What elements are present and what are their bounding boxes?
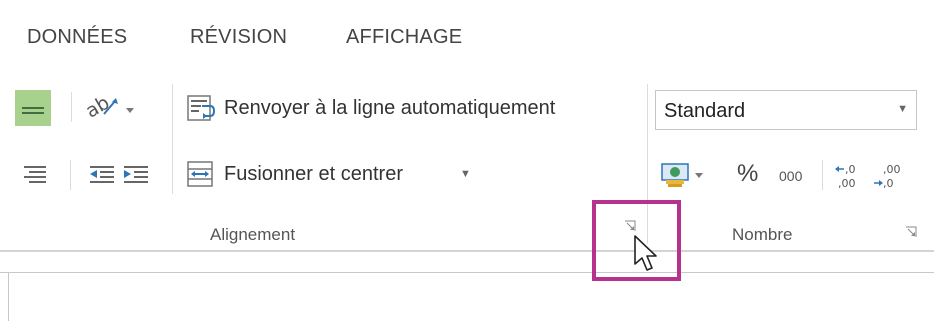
separator — [70, 160, 71, 190]
accounting-format-icon — [661, 163, 703, 187]
svg-text:,00: ,00 — [883, 163, 901, 176]
alignment-group-label: Alignement — [210, 225, 296, 244]
wrap-text-button[interactable] — [186, 94, 216, 124]
chevron-down-icon: ▼ — [897, 103, 908, 115]
tab-revision[interactable]: RÉVISION — [190, 26, 287, 49]
align-left-button[interactable] — [22, 160, 50, 188]
tab-affichage[interactable]: AFFICHAGE — [346, 26, 462, 49]
decrease-indent-button[interactable] — [88, 160, 116, 188]
ribbon-bottom-border — [0, 250, 934, 252]
align-left-icon — [24, 166, 46, 183]
number-dialog-launcher[interactable] — [905, 225, 917, 237]
separator — [71, 92, 72, 122]
decrease-decimal-button[interactable]: ,00 ,0 — [872, 160, 908, 192]
number-format-value: Standard — [664, 100, 746, 122]
increase-decimal-icon: ,0 ,00 — [835, 163, 856, 190]
decrease-indent-icon — [90, 166, 114, 183]
increase-indent-icon — [124, 166, 148, 183]
ribbon-body — [0, 60, 934, 252]
text-orientation-icon: ab — [82, 92, 134, 123]
mouse-cursor-icon — [633, 234, 659, 274]
worksheet-left-border — [8, 272, 9, 321]
separator — [822, 160, 823, 190]
decrease-decimal-icon: ,00 ,0 — [874, 163, 901, 190]
orientation-button[interactable]: ab — [82, 92, 138, 124]
accounting-format-button[interactable] — [660, 160, 710, 190]
merge-center-icon — [187, 161, 213, 187]
number-group-label: Nombre — [732, 225, 793, 244]
svg-text:,0: ,0 — [883, 177, 894, 190]
merge-dropdown-arrow-icon[interactable]: ▼ — [460, 168, 471, 180]
svg-text:,00: ,00 — [838, 177, 856, 190]
worksheet-top-border — [0, 272, 934, 273]
thousands-separator-button[interactable]: 000 — [779, 168, 802, 184]
percent-style-button[interactable]: % — [737, 160, 758, 188]
tab-donnees[interactable]: DONNÉES — [27, 26, 127, 49]
wrap-text-icon — [187, 95, 216, 121]
ribbon-tab-strip: DONNÉES RÉVISION AFFICHAGE — [0, 0, 934, 60]
wrap-text-label[interactable]: Renvoyer à la ligne automatiquement — [224, 97, 555, 120]
dialog-launcher-icon — [906, 226, 917, 237]
increase-indent-button[interactable] — [122, 160, 150, 188]
merge-center-label[interactable]: Fusionner et centrer — [224, 163, 403, 186]
merge-center-button[interactable] — [186, 159, 216, 189]
middle-align-button[interactable] — [15, 90, 51, 126]
increase-decimal-button[interactable]: ,0 ,00 — [834, 160, 870, 192]
middle-align-icon — [15, 90, 51, 126]
number-format-select[interactable]: Standard ▼ — [655, 90, 917, 130]
separator — [172, 84, 173, 194]
svg-text:,0: ,0 — [845, 163, 856, 176]
